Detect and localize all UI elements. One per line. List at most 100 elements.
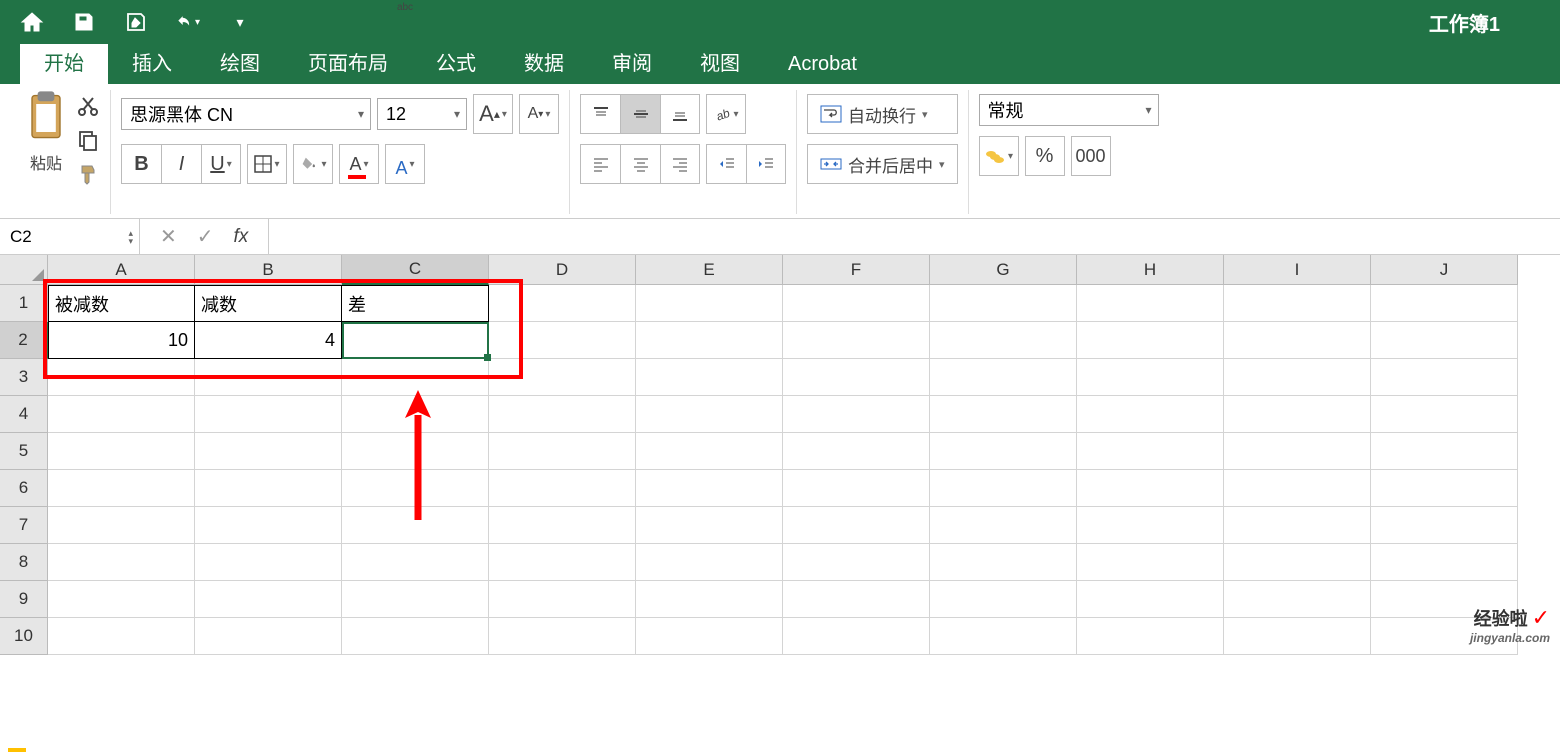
comma-style-button[interactable]: 000 <box>1071 136 1111 176</box>
cell-a7[interactable] <box>48 507 195 544</box>
tab-insert[interactable]: 插入 <box>108 39 196 84</box>
col-header-c[interactable]: C <box>342 255 489 285</box>
row-header-5[interactable]: 5 <box>0 433 48 470</box>
select-all-corner[interactable] <box>0 255 48 285</box>
formula-input[interactable] <box>268 219 1560 254</box>
cell-a4[interactable] <box>48 396 195 433</box>
underline-button[interactable]: U <box>201 144 241 184</box>
col-header-b[interactable]: B <box>195 255 342 285</box>
align-center-button[interactable] <box>620 144 660 184</box>
align-bottom-button[interactable] <box>660 94 700 134</box>
cell-j1[interactable] <box>1371 285 1518 322</box>
cut-icon[interactable] <box>76 94 100 118</box>
cell-g2[interactable] <box>930 322 1077 359</box>
save-icon[interactable] <box>72 10 96 34</box>
cell-a3[interactable] <box>48 359 195 396</box>
align-right-button[interactable] <box>660 144 700 184</box>
cell-a9[interactable] <box>48 581 195 618</box>
format-painter-icon[interactable] <box>76 162 100 186</box>
cell-f2[interactable] <box>783 322 930 359</box>
cell-c2[interactable] <box>342 322 489 359</box>
currency-button[interactable] <box>979 136 1019 176</box>
wrap-text-button[interactable]: 自动换行 ▾ <box>807 94 958 134</box>
cell-a8[interactable] <box>48 544 195 581</box>
tab-page-layout[interactable]: 页面布局 <box>284 39 412 84</box>
row-header-7[interactable]: 7 <box>0 507 48 544</box>
align-top-button[interactable] <box>580 94 620 134</box>
row-header-1[interactable]: 1 <box>0 285 48 322</box>
col-header-e[interactable]: E <box>636 255 783 285</box>
cell-f1[interactable] <box>783 285 930 322</box>
cell-d2[interactable] <box>489 322 636 359</box>
confirm-formula-icon[interactable]: ✓ <box>197 224 214 249</box>
tab-home[interactable]: 开始 <box>20 39 108 84</box>
col-header-h[interactable]: H <box>1077 255 1224 285</box>
home-icon[interactable] <box>20 10 44 34</box>
paste-button[interactable]: 粘贴 <box>22 90 70 174</box>
cell-a5[interactable] <box>48 433 195 470</box>
cell-e1[interactable] <box>636 285 783 322</box>
italic-button[interactable]: I <box>161 144 201 184</box>
col-header-i[interactable]: I <box>1224 255 1371 285</box>
fill-color-button[interactable] <box>293 144 333 184</box>
cell-h2[interactable] <box>1077 322 1224 359</box>
cell-g1[interactable] <box>930 285 1077 322</box>
increase-indent-button[interactable] <box>746 144 786 184</box>
tab-review[interactable]: 审阅 <box>588 39 676 84</box>
cell-i1[interactable] <box>1224 285 1371 322</box>
cancel-formula-icon[interactable]: ✕ <box>160 224 177 249</box>
row-header-9[interactable]: 9 <box>0 581 48 618</box>
row-header-8[interactable]: 8 <box>0 544 48 581</box>
row-header-10[interactable]: 10 <box>0 618 48 655</box>
cell-e2[interactable] <box>636 322 783 359</box>
row-header-3[interactable]: 3 <box>0 359 48 396</box>
col-header-a[interactable]: A <box>48 255 195 285</box>
cell-b2[interactable]: 4 <box>195 322 342 359</box>
increase-font-button[interactable]: A▴ <box>473 94 513 134</box>
font-size-combo[interactable]: 12 <box>377 98 467 130</box>
name-box[interactable]: C2 ▴▾ <box>0 219 140 254</box>
col-header-g[interactable]: G <box>930 255 1077 285</box>
align-middle-button[interactable] <box>620 94 660 134</box>
fx-icon[interactable]: fx <box>234 226 249 248</box>
merge-center-button[interactable]: 合并后居中 ▾ <box>807 144 958 184</box>
cell-a10[interactable] <box>48 618 195 655</box>
cell-grid[interactable]: 被减数 减数 差 10 4 <box>48 285 1518 655</box>
font-name-combo[interactable]: 思源黑体 CN <box>121 98 371 130</box>
align-left-button[interactable] <box>580 144 620 184</box>
edit-icon[interactable] <box>124 10 148 34</box>
number-format-combo[interactable]: 常规 <box>979 94 1159 126</box>
font-color-button[interactable]: A <box>339 144 379 184</box>
col-header-f[interactable]: F <box>783 255 930 285</box>
borders-button[interactable] <box>247 144 287 184</box>
cell-a2[interactable]: 10 <box>48 322 195 359</box>
col-header-j[interactable]: J <box>1371 255 1518 285</box>
row-header-2[interactable]: 2 <box>0 322 48 359</box>
percent-button[interactable]: % <box>1025 136 1065 176</box>
tab-formula[interactable]: 公式 <box>412 39 500 84</box>
cell-c1[interactable]: 差 <box>342 285 489 322</box>
customize-dropdown-icon[interactable]: ▾ <box>228 10 252 34</box>
undo-icon[interactable]: ▾ <box>176 10 200 34</box>
tab-view[interactable]: 视图 <box>676 39 764 84</box>
font-group: 思源黑体 CN 12 A▴ A▾ B I U A abcA <box>111 90 570 214</box>
tab-data[interactable]: 数据 <box>500 39 588 84</box>
decrease-indent-button[interactable] <box>706 144 746 184</box>
cell-h1[interactable] <box>1077 285 1224 322</box>
phonetic-button[interactable]: abcA <box>385 144 425 184</box>
orientation-button[interactable]: ab <box>706 94 746 134</box>
cell-i2[interactable] <box>1224 322 1371 359</box>
cell-b1[interactable]: 减数 <box>195 285 342 322</box>
cell-a1[interactable]: 被减数 <box>48 285 195 322</box>
row-header-4[interactable]: 4 <box>0 396 48 433</box>
tab-draw[interactable]: 绘图 <box>196 39 284 84</box>
tab-acrobat[interactable]: Acrobat <box>764 45 881 84</box>
row-header-6[interactable]: 6 <box>0 470 48 507</box>
cell-d1[interactable] <box>489 285 636 322</box>
decrease-font-button[interactable]: A▾ <box>519 94 559 134</box>
cell-j2[interactable] <box>1371 322 1518 359</box>
col-header-d[interactable]: D <box>489 255 636 285</box>
copy-icon[interactable] <box>76 128 100 152</box>
bold-button[interactable]: B <box>121 144 161 184</box>
cell-a6[interactable] <box>48 470 195 507</box>
